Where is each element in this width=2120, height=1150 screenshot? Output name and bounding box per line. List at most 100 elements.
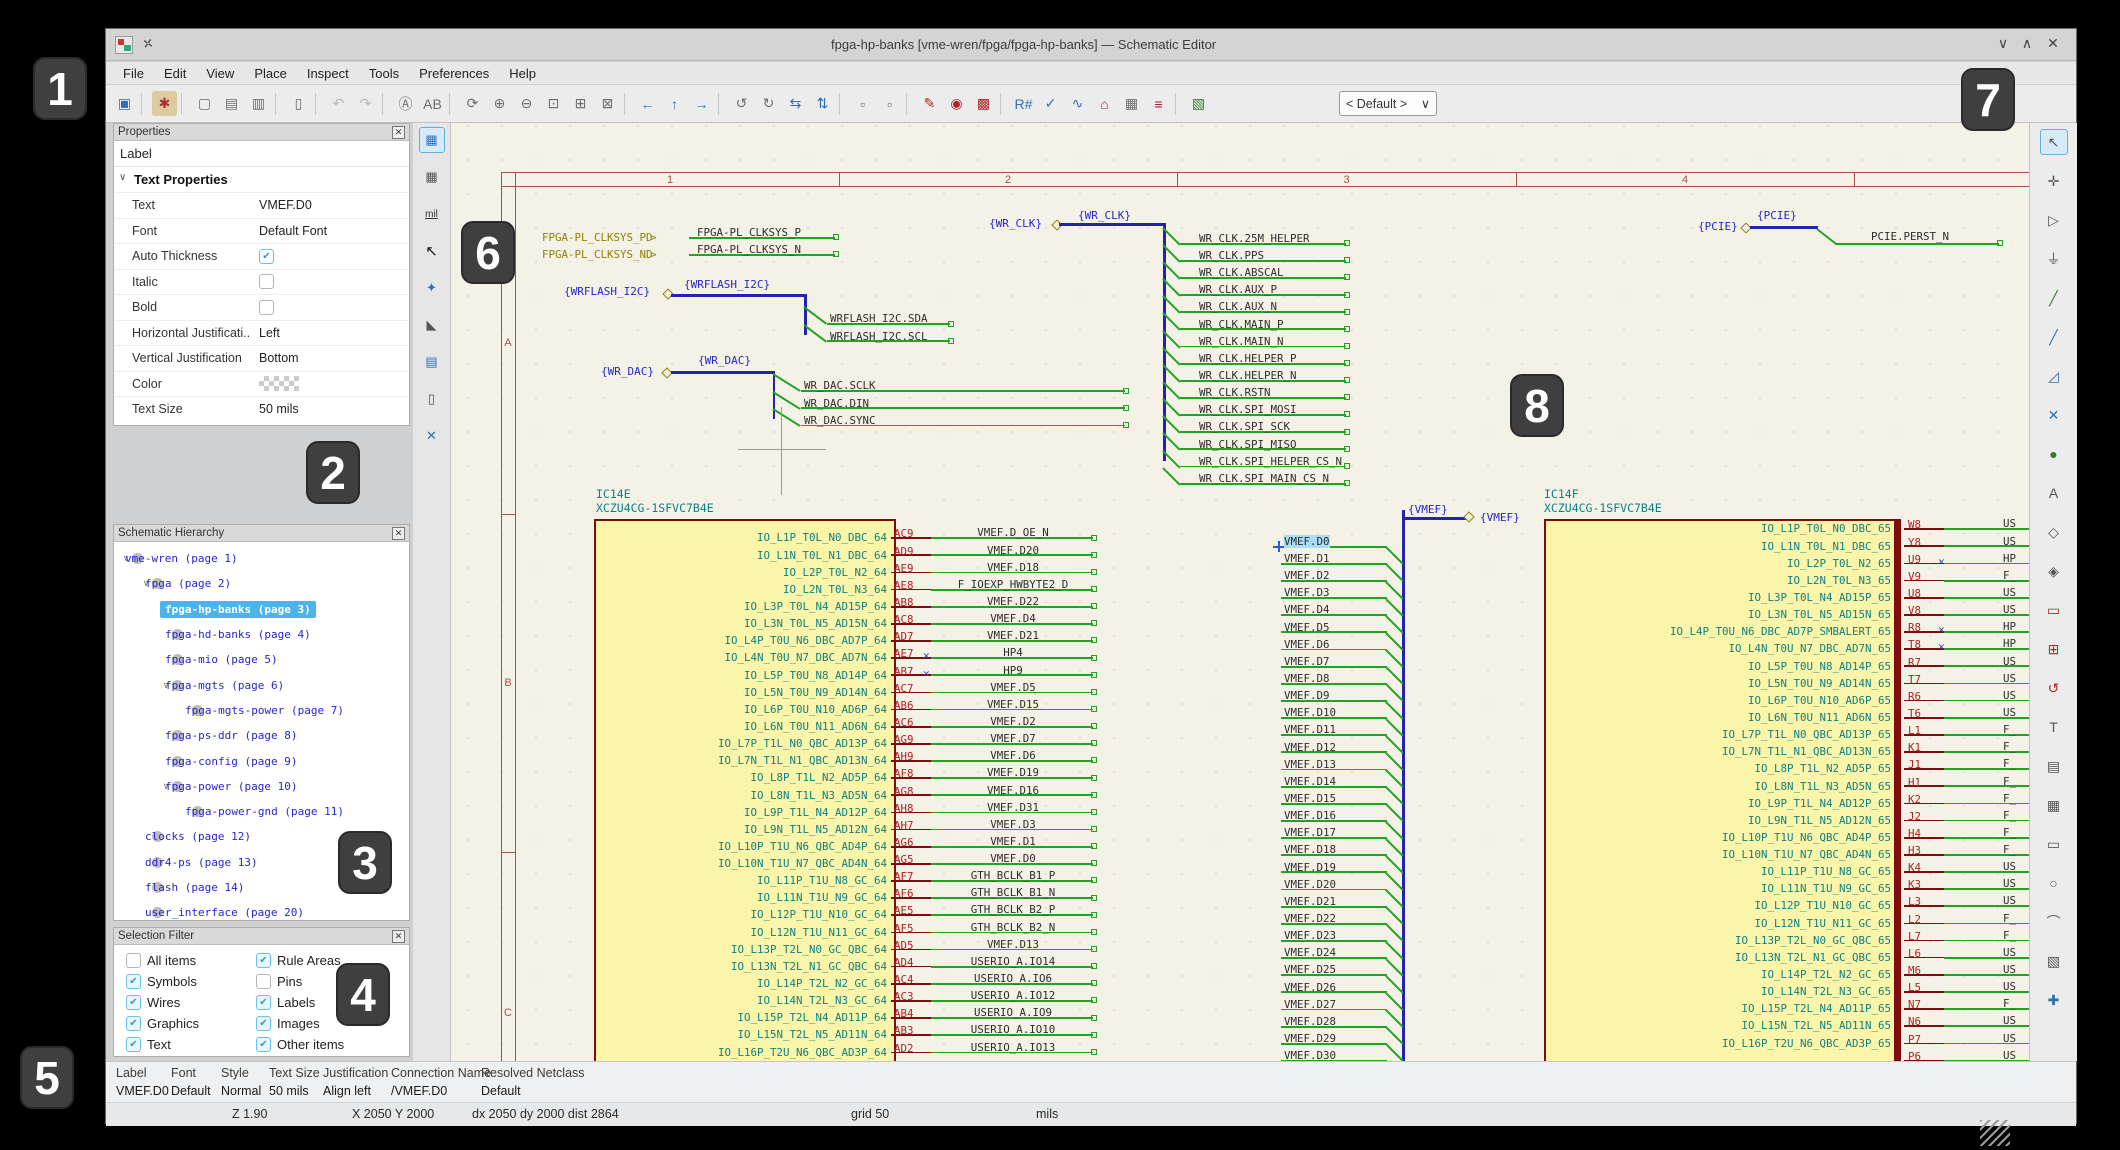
pin-name[interactable]: IO_L16P_T2U_N6_QBC_AD3P_64 (591, 1044, 887, 1061)
left-toolbar-icon[interactable]: ▦ (419, 127, 445, 153)
pin-number[interactable]: M6 (1908, 964, 1921, 977)
toolbar-icon[interactable]: R# (1011, 91, 1036, 116)
net-wire[interactable] (1944, 820, 2029, 822)
property-row[interactable]: Color (114, 371, 409, 397)
net-wire[interactable] (1944, 700, 2029, 702)
pin-name[interactable]: IO_L15P_T2L_N4_AD11P_65 (1544, 1000, 1891, 1017)
pin-number[interactable]: AE8 (894, 579, 914, 592)
toolbar-icon[interactable]: ↷ (353, 91, 378, 116)
net-label[interactable]: VMEF.D22 (935, 595, 1091, 608)
net-label[interactable]: WR_CLK.SPI_HELPER_CS_N (1199, 455, 1342, 468)
net-label[interactable]: VMEF.D18 (1284, 843, 1336, 856)
bus-label[interactable]: {WRFLASH_I2C} (684, 278, 770, 291)
net-label[interactable]: WR_CLK.SPI_MAIN_CS_N (1199, 472, 1329, 485)
pin-name[interactable]: IO_L1P_T0L_N0_DBC_65 (1544, 520, 1891, 537)
hierarchy-item[interactable]: fpga-mgts-power (page 7) (114, 698, 409, 723)
hierarchy-item-label[interactable]: fpga-power (page 10) (160, 778, 302, 795)
filter-checkbox[interactable] (256, 953, 271, 968)
filter-checkbox[interactable] (126, 953, 141, 968)
net-label[interactable]: US (2003, 877, 2016, 890)
net-label[interactable]: VMEF.D0 (1284, 535, 1330, 548)
net-label[interactable]: VMEF.D16 (935, 784, 1091, 797)
hierarchy-item-label[interactable]: fpga-hd-banks (page 4) (160, 626, 316, 643)
net-label[interactable]: WR_CLK.HELPER_N (1199, 369, 1297, 382)
toolbar-icon[interactable]: ▧ (1186, 91, 1211, 116)
property-row[interactable]: Text VMEF.D0 (114, 192, 409, 218)
net-label[interactable]: VMEF.D28 (1284, 1015, 1336, 1028)
pin-number[interactable]: AH9 (894, 750, 914, 763)
pin-name[interactable]: IO_L10P_T1U_N6_QBC_AD4P_65 (1544, 829, 1891, 846)
pin-number[interactable]: AC4 (894, 973, 914, 986)
pin-number[interactable]: T6 (1908, 707, 1921, 720)
net-label[interactable]: GTH_BCLK_B2_P (935, 903, 1091, 916)
net-label[interactable]: VMEF.D30 (1284, 1049, 1336, 1061)
net-label[interactable]: USERIO_A.IO13 (935, 1041, 1091, 1054)
net-label[interactable]: VMEF.D20 (935, 544, 1091, 557)
right-toolbar-icon[interactable]: ▦ (2040, 792, 2068, 818)
net-wire[interactable] (1944, 991, 2029, 993)
net-label[interactable]: VMEF.D24 (1284, 946, 1336, 959)
bus-wire[interactable] (773, 371, 776, 419)
net-label[interactable]: USERIO_A.IO12 (935, 989, 1091, 1002)
net-label[interactable]: VMEF.D7 (1284, 655, 1330, 668)
filter-option[interactable]: Symbols (126, 974, 256, 989)
pin-name[interactable]: IO_L6N_T0U_N11_AD6N_65 (1544, 709, 1891, 726)
net-label[interactable]: VMEF.D5 (935, 681, 1091, 694)
net-label[interactable]: VMEF.D15 (1284, 792, 1336, 805)
hierarchy-item[interactable]: fpga-hd-banks (page 4) (114, 622, 409, 647)
pin-name[interactable]: IO_L16P_T2U_N6_QBC_AD3P_65 (1544, 1035, 1891, 1052)
net-wire[interactable] (1944, 871, 2029, 873)
filter-option[interactable]: Other items (256, 1037, 409, 1052)
filter-checkbox[interactable] (126, 995, 141, 1010)
pin-name[interactable]: IO_L9P_T1L_N4_AD12P_64 (591, 804, 887, 821)
toolbar-icon[interactable]: ← (635, 91, 660, 116)
pin-number[interactable]: AH7 (894, 819, 914, 832)
pin-name[interactable]: IO_L6P_T0U_N10_AD6P_64 (591, 701, 887, 718)
right-toolbar-icon[interactable]: ⌒ (2040, 909, 2068, 935)
toolbar-icon[interactable]: ▦ (1119, 91, 1144, 116)
right-toolbar-icon[interactable]: ● (2040, 441, 2068, 467)
net-label[interactable]: VMEF.D0 (935, 852, 1091, 865)
right-toolbar-icon[interactable]: ○ (2040, 870, 2068, 896)
toolbar-icon[interactable] (1175, 93, 1182, 115)
net-label[interactable]: WR_CLK.ABSCAL (1199, 266, 1284, 279)
net-label[interactable]: USERIO_A.IO6 (935, 972, 1091, 985)
net-label[interactable]: US (2003, 689, 2016, 702)
pin-name[interactable]: IO_L13N_T2L_N1_GC_QBC_64 (591, 958, 887, 975)
net-wire[interactable] (1944, 614, 2029, 616)
pin-name[interactable]: IO_L8N_T1L_N3_AD5N_64 (591, 787, 887, 804)
hierarchy-item-label[interactable]: fpga-power-gnd (page 11) (180, 803, 349, 820)
pin-number[interactable]: W8 (1908, 518, 1921, 531)
net-label[interactable]: US (2003, 1014, 2016, 1027)
hierarchy-item-label[interactable]: vme-wren (page 1) (120, 550, 243, 567)
pin-number[interactable]: P7 (1908, 1033, 1921, 1046)
minimize-button[interactable]: ∨ (1993, 35, 2013, 52)
right-toolbar-icon[interactable]: ▧ (2040, 948, 2068, 974)
net-label[interactable]: VMEF.D4 (1284, 603, 1330, 616)
net-label[interactable]: WR_CLK.PPS (1199, 249, 1264, 262)
property-value[interactable]: Default Font (259, 224, 327, 238)
net-label[interactable]: US (2003, 586, 2016, 599)
pin-number[interactable]: N7 (1908, 998, 1921, 1011)
toolbar-icon[interactable]: ▫ (850, 91, 875, 116)
net-wire[interactable] (1944, 974, 2029, 976)
toolbar-icon[interactable]: ▩ (971, 91, 996, 116)
pin-name[interactable]: IO_L11N_T1U_N9_GC_65 (1544, 880, 1891, 897)
right-toolbar-icon[interactable]: ↺ (2040, 675, 2068, 701)
pin-number[interactable]: AF6 (894, 887, 914, 900)
filter-option[interactable]: Graphics (126, 1016, 256, 1031)
bus-wire[interactable] (1402, 517, 1466, 520)
pin-name[interactable]: IO_L10N_T1U_N7_QBC_AD4N_64 (591, 855, 887, 872)
net-label[interactable]: F_ (2003, 757, 2016, 770)
titlebar[interactable]: ✛ fpga-hp-banks [vme-wren/fpga/fpga-hp-b… (106, 29, 2076, 61)
net-label[interactable]: VMEF.D2 (1284, 569, 1330, 582)
close-icon[interactable]: ✕ (392, 126, 405, 139)
pin-name[interactable]: IO_L14N_T2L_N3_GC_65 (1544, 983, 1891, 1000)
schematic-canvas[interactable]: 1 2 3 4 A B C FPGA-PL_CLKSYS_PD > FPGA-P… (451, 123, 2029, 1061)
property-value[interactable]: 50 mils (259, 402, 299, 416)
pin-number[interactable]: L7 (1908, 930, 1921, 943)
net-label[interactable]: VMEF.D8 (1284, 672, 1330, 685)
toolbar-icon[interactable]: ⌂ (1092, 91, 1117, 116)
toolbar-icon[interactable]: ↑ (662, 91, 687, 116)
right-toolbar-icon[interactable]: ⏚ (2040, 246, 2068, 272)
